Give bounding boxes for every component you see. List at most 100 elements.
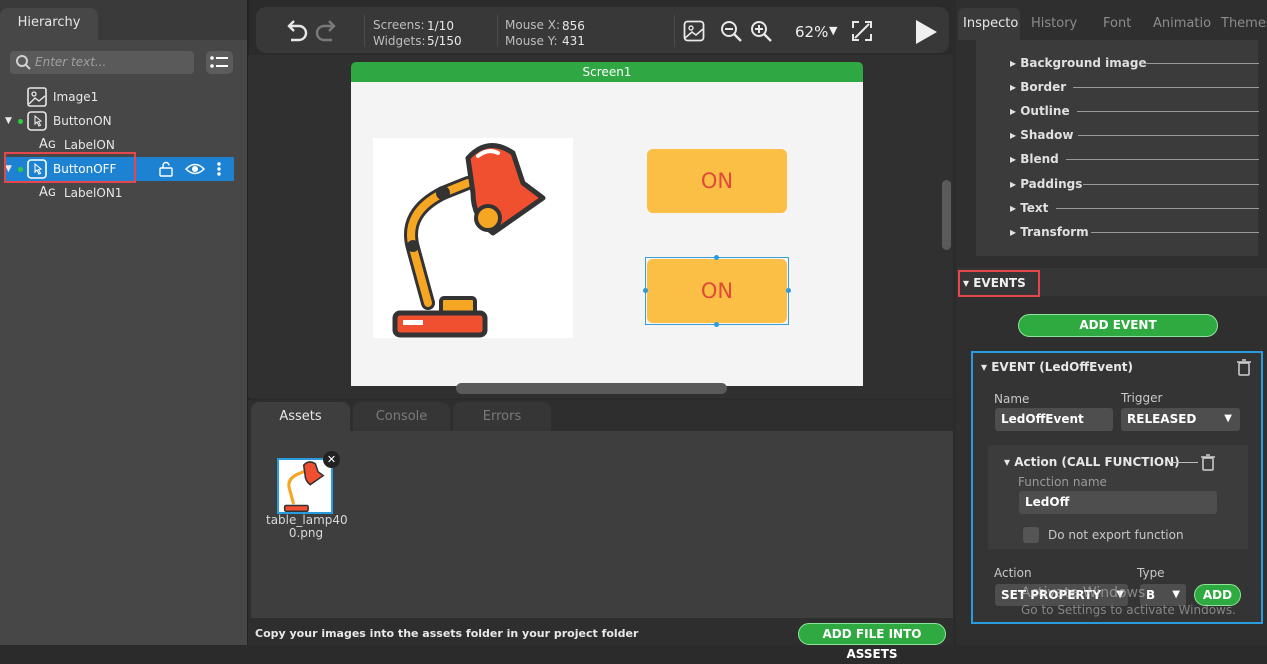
chevron-down-icon: ▼ (1224, 413, 1232, 424)
function-name-input[interactable]: LedOff (1019, 491, 1217, 514)
mouse-y-label: Mouse Y: (505, 34, 558, 48)
prop-border[interactable]: ▸ Border (1010, 77, 1259, 97)
events-header-label: EVENTS (973, 276, 1026, 290)
tab-history[interactable]: History (1031, 8, 1077, 40)
tab-console[interactable]: Console (353, 402, 450, 432)
divider (1170, 462, 1198, 463)
redo-icon[interactable] (313, 17, 341, 45)
prop-label: Paddings (1020, 177, 1083, 191)
prop-transform[interactable]: ▸ Transform (1010, 222, 1259, 242)
divider (1091, 232, 1259, 233)
assets-hint: Copy your images into the assets folder … (255, 627, 639, 640)
toolbar-separator (674, 15, 675, 47)
widgets-label: Widgets: (373, 34, 426, 48)
trash-icon[interactable] (1236, 358, 1252, 376)
prop-label: Outline (1020, 104, 1070, 118)
tab-inspector[interactable]: Inspecto (958, 8, 1020, 40)
prop-label: Text (1020, 201, 1049, 215)
toolbar-separator (364, 15, 365, 47)
trash-icon[interactable] (1200, 453, 1216, 471)
windows-watermark-title: Activate Windows (1021, 585, 1146, 601)
zoom-out-icon[interactable] (720, 20, 743, 43)
resize-handle[interactable] (714, 255, 719, 260)
tab-hierarchy[interactable]: Hierarchy (0, 8, 98, 40)
tab-assets[interactable]: Assets (251, 402, 350, 432)
list-icon (210, 56, 228, 68)
list-options-button[interactable] (206, 51, 233, 74)
search-placeholder: Enter text... (35, 55, 107, 69)
button-on-top[interactable]: ON (647, 149, 787, 213)
lamp-image[interactable] (373, 138, 573, 338)
divider (1078, 135, 1259, 136)
widgets-value: 5/150 (427, 34, 462, 48)
resize-handle[interactable] (786, 288, 791, 293)
prop-outline[interactable]: ▸ Outline (1010, 101, 1259, 121)
prop-text[interactable]: ▸ Text (1010, 198, 1259, 218)
fit-screen-icon[interactable] (851, 20, 873, 42)
vertical-scrollbar[interactable] (942, 180, 951, 250)
divider (1077, 111, 1259, 112)
resize-handle[interactable] (643, 288, 648, 293)
event-title-label: EVENT (LedOffEvent) (991, 360, 1133, 374)
asset-name-line2: 0.png (288, 526, 324, 540)
type-value: B (1146, 588, 1156, 602)
action-title-label: Action (CALL FUNCTION) (1014, 455, 1180, 469)
expand-arrow-icon[interactable]: ▼ (5, 109, 12, 133)
events-header[interactable]: ▾ EVENTS (963, 276, 1026, 290)
divider (1141, 63, 1259, 64)
mouse-x-label: Mouse X: (505, 18, 561, 32)
prop-shadow[interactable]: ▸ Shadow (1010, 125, 1259, 145)
tree-item-image1[interactable]: Image1 (0, 85, 247, 109)
function-name-label: Function name (1018, 475, 1107, 489)
prop-label: Transform (1020, 225, 1089, 239)
prop-blend[interactable]: ▸ Blend (1010, 149, 1259, 169)
remove-asset-icon[interactable]: ✕ (323, 451, 340, 468)
play-icon[interactable] (914, 19, 938, 45)
event-title[interactable]: ▾ EVENT (LedOffEvent) (981, 360, 1133, 374)
lamp-thumbnail-icon (283, 461, 325, 512)
background-image-icon[interactable] (683, 20, 705, 42)
image-widget-icon (27, 87, 47, 107)
name-label: Name (994, 392, 1030, 406)
action-title[interactable]: ▾ Action (CALL FUNCTION) (1004, 455, 1180, 469)
prop-label: Shadow (1020, 128, 1074, 142)
hierarchy-search-input[interactable]: Enter text... (10, 51, 194, 74)
tab-animation[interactable]: Animatio (1153, 8, 1211, 40)
undo-icon[interactable] (282, 17, 310, 45)
search-icon (15, 54, 32, 71)
mouse-x-value: 856 (562, 19, 585, 33)
lock-icon[interactable] (158, 161, 174, 177)
eye-icon[interactable] (185, 161, 205, 177)
divider (1056, 208, 1259, 209)
more-options-icon[interactable] (216, 161, 222, 177)
tree-item-buttonon[interactable]: ▼ ButtonON (0, 109, 247, 133)
do-not-export-checkbox[interactable] (1023, 527, 1039, 543)
action-label: Action (994, 566, 1032, 580)
tab-font[interactable]: Font (1103, 8, 1131, 40)
prop-background-image[interactable]: ▸ Background image (1010, 53, 1259, 73)
tree-item-labelon1[interactable]: Aɢ LabelON1 (0, 181, 247, 205)
prop-label: Blend (1020, 152, 1059, 166)
add-file-into-assets-button[interactable]: ADD FILE INTO ASSETS (798, 623, 946, 661)
tab-errors[interactable]: Errors (453, 402, 551, 432)
asset-thumbnail[interactable] (277, 458, 333, 514)
zoom-dropdown-icon[interactable]: ▼ (829, 24, 837, 37)
status-dot (18, 119, 23, 124)
toolbar (256, 7, 949, 53)
horizontal-scrollbar[interactable] (456, 383, 727, 394)
tab-themes[interactable]: Themes (1221, 8, 1267, 40)
selection-outline (645, 257, 789, 325)
zoom-in-icon[interactable] (750, 20, 773, 43)
label-widget-icon: Aɢ (39, 185, 57, 200)
divider (1073, 87, 1259, 88)
add-event-button[interactable]: ADD EVENT (1018, 314, 1218, 337)
prop-label: Border (1020, 80, 1067, 94)
event-name-input[interactable]: LedOffEvent (995, 408, 1113, 431)
trigger-label: Trigger (1121, 391, 1163, 405)
prop-paddings[interactable]: ▸ Paddings (1010, 174, 1259, 194)
divider (1066, 159, 1259, 160)
trigger-value: RELEASED (1127, 412, 1197, 426)
screens-value: 1/10 (427, 19, 454, 33)
trigger-select[interactable]: RELEASED ▼ (1121, 408, 1240, 431)
resize-handle[interactable] (714, 322, 719, 327)
